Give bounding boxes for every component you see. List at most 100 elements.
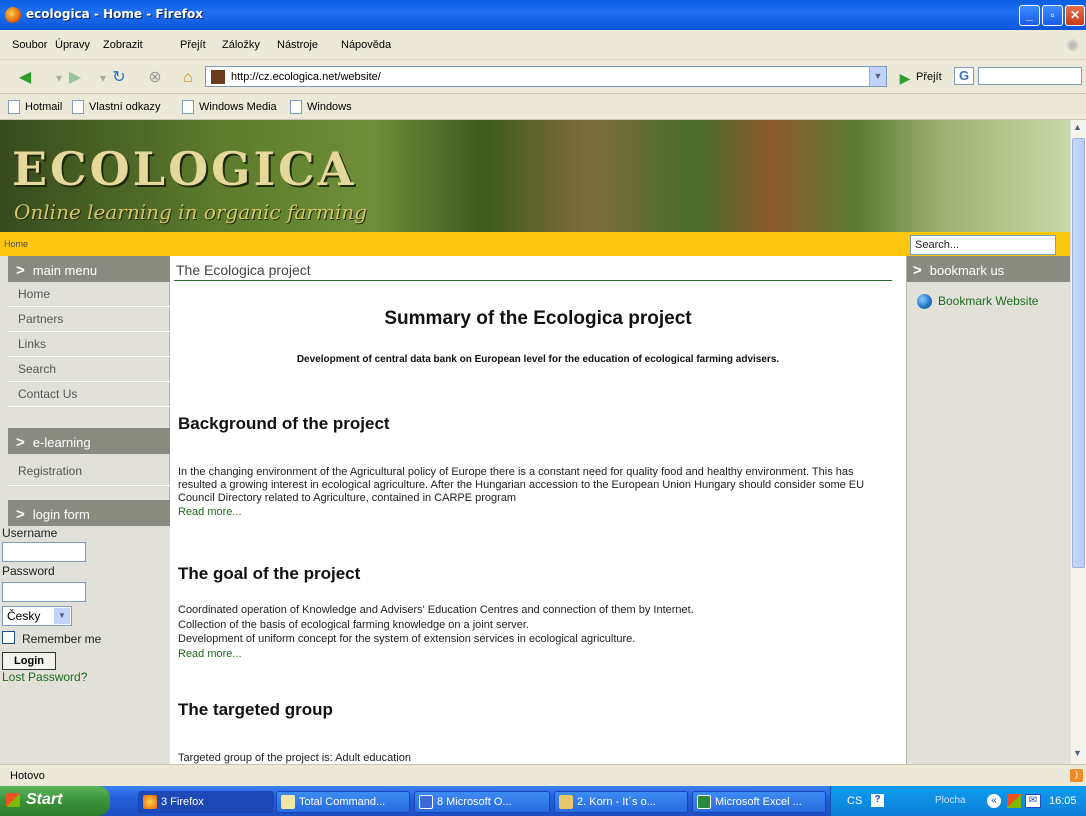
remember-me-label: Remember me bbox=[22, 632, 102, 646]
taskbar-item-excel[interactable]: Microsoft Excel ... bbox=[692, 791, 826, 813]
title-bar: ecologica - Home - Firefox _ ▫ ✕ bbox=[0, 0, 1086, 30]
word-icon bbox=[419, 795, 433, 809]
goal-line-2: Collection of the basis of ecological fa… bbox=[178, 619, 529, 631]
login-button[interactable]: Login bbox=[2, 652, 56, 670]
language-select[interactable]: Česky ▼ bbox=[2, 606, 72, 626]
menu-item-contact-us[interactable]: Contact Us bbox=[8, 382, 170, 407]
password-label: Password bbox=[2, 564, 55, 578]
maximize-button[interactable]: ▫ bbox=[1042, 5, 1063, 26]
url-text: http://cz.ecologica.net/website/ bbox=[231, 71, 381, 83]
go-button[interactable]: Přejít bbox=[916, 71, 942, 83]
background-heading: Background of the project bbox=[178, 414, 390, 433]
menu-item-partners[interactable]: Partners bbox=[8, 307, 170, 332]
page-scrollbar[interactable]: ▲ ▼ bbox=[1070, 120, 1086, 764]
page-icon bbox=[182, 100, 194, 114]
bookmark-website-link[interactable]: Bookmark Website bbox=[938, 294, 1038, 308]
close-button[interactable]: ✕ bbox=[1065, 5, 1085, 26]
password-input[interactable] bbox=[2, 582, 86, 602]
section-divider bbox=[174, 280, 892, 281]
url-dropdown-icon[interactable]: ▼ bbox=[869, 67, 886, 86]
forward-arrow-icon[interactable]: ▶ bbox=[64, 68, 86, 88]
taskbar-item-media[interactable]: 2. Korn - It´s o... bbox=[554, 791, 688, 813]
clock: 16:05 bbox=[1049, 795, 1077, 807]
language-value: Česky bbox=[7, 609, 41, 623]
summary-title: Summary of the Ecologica project bbox=[384, 308, 692, 329]
page-icon bbox=[8, 100, 20, 114]
site-favicon-icon bbox=[211, 70, 225, 84]
language-indicator[interactable]: CS bbox=[847, 795, 862, 807]
rss-icon[interactable]: ) bbox=[1070, 769, 1083, 782]
firefox-icon bbox=[143, 795, 157, 809]
home-icon[interactable]: ⌂ bbox=[177, 68, 199, 88]
taskbar-item-word[interactable]: 8 Microsoft O... bbox=[414, 791, 550, 813]
main-menu-header: > main menu bbox=[8, 256, 170, 282]
lost-password-link[interactable]: Lost Password? bbox=[2, 670, 87, 684]
menu-zalozky[interactable]: Záložky bbox=[222, 39, 260, 51]
login-form: Username Password Česky ▼ Remember me Lo… bbox=[0, 526, 170, 764]
tray-expand-icon[interactable]: « bbox=[987, 794, 1001, 808]
status-text: Hotovo bbox=[10, 770, 45, 782]
breadcrumb-home[interactable]: Home bbox=[4, 239, 28, 249]
go-icon[interactable]: ▶ bbox=[894, 68, 916, 88]
username-input[interactable] bbox=[2, 542, 86, 562]
menu-prejit[interactable]: Přejít bbox=[180, 39, 206, 51]
target-heading: The targeted group bbox=[178, 700, 333, 719]
main-content: The Ecologica project Summary of the Eco… bbox=[174, 256, 902, 764]
bookmark-vlastni-odkazy[interactable]: Vlastní odkazy bbox=[72, 100, 161, 114]
menu-zobrazit[interactable]: Zobrazit bbox=[103, 39, 143, 51]
reload-icon[interactable]: ↻ bbox=[108, 68, 130, 88]
firefox-icon bbox=[5, 7, 21, 23]
left-sidebar: > main menu Home Partners Links Search Co… bbox=[0, 256, 170, 764]
goal-line-1: Coordinated operation of Knowledge and A… bbox=[178, 604, 694, 616]
window-title: ecologica - Home - Firefox bbox=[26, 7, 203, 21]
menu-soubor[interactable]: Soubor bbox=[12, 39, 47, 51]
start-button[interactable]: Start bbox=[0, 786, 110, 816]
status-bar: Hotovo ) bbox=[0, 764, 1086, 786]
help-icon[interactable]: ? bbox=[871, 794, 884, 807]
right-sidebar: > bookmark us Bookmark Website bbox=[906, 256, 1070, 764]
bookmark-windows[interactable]: Windows bbox=[290, 100, 352, 114]
windows-logo-icon bbox=[6, 793, 20, 807]
site-logo[interactable]: ECOLOGICA bbox=[12, 142, 356, 196]
background-read-more-link[interactable]: Read more... bbox=[178, 506, 242, 518]
url-bar[interactable]: http://cz.ecologica.net/website/ ▼ bbox=[205, 66, 887, 87]
login-form-header: > login form bbox=[8, 500, 170, 526]
menu-bar: Soubor Úpravy Zobrazit Přejít Záložky Ná… bbox=[0, 30, 1086, 60]
stop-icon[interactable]: ⊗ bbox=[144, 68, 166, 88]
bookmark-hotmail[interactable]: Hotmail bbox=[8, 100, 62, 114]
goal-read-more-link[interactable]: Read more... bbox=[178, 648, 242, 660]
floppy-icon bbox=[281, 795, 295, 809]
menu-item-links[interactable]: Links bbox=[8, 332, 170, 357]
web-page: ECOLOGICA Online learning in organic far… bbox=[0, 120, 1070, 764]
remember-me-checkbox[interactable] bbox=[2, 631, 15, 644]
page-icon bbox=[290, 100, 302, 114]
taskbar-item-total-commander[interactable]: Total Command... bbox=[276, 791, 410, 813]
summary-subtitle: Development of central data bank on Euro… bbox=[296, 354, 780, 365]
menu-upravy[interactable]: Úpravy bbox=[55, 39, 90, 51]
messenger-icon[interactable] bbox=[1007, 794, 1021, 808]
throbber-icon: ✺ bbox=[1066, 38, 1080, 55]
desktop-toolbar-label[interactable]: Plocha bbox=[935, 795, 966, 806]
menu-nastroje[interactable]: Nástroje bbox=[277, 39, 318, 51]
google-search-icon[interactable]: G bbox=[954, 67, 974, 85]
menu-napoveda[interactable]: Nápověda bbox=[341, 39, 391, 51]
scroll-thumb[interactable] bbox=[1072, 138, 1085, 568]
chevron-down-icon: ▼ bbox=[54, 608, 70, 624]
menu-item-search[interactable]: Search bbox=[8, 357, 170, 382]
system-tray: CS ? Plocha « ✉ 16:05 bbox=[830, 786, 1086, 816]
elearning-header: > e-learning bbox=[8, 428, 170, 454]
search-bar-input[interactable] bbox=[978, 67, 1082, 85]
mail-icon[interactable]: ✉ bbox=[1025, 794, 1041, 808]
scroll-down-icon[interactable]: ▼ bbox=[1073, 748, 1082, 758]
site-search-input[interactable]: Search... bbox=[910, 235, 1056, 255]
back-arrow-icon[interactable]: ◀ bbox=[14, 68, 36, 88]
minimize-button[interactable]: _ bbox=[1019, 5, 1040, 26]
bookmark-windows-media[interactable]: Windows Media bbox=[182, 100, 277, 114]
scroll-up-icon[interactable]: ▲ bbox=[1073, 122, 1082, 132]
menu-item-home[interactable]: Home bbox=[8, 282, 170, 307]
bookmarks-toolbar: Hotmail Vlastní odkazy Windows Media Win… bbox=[0, 94, 1086, 120]
taskbar-item-firefox[interactable]: 3 Firefox bbox=[138, 791, 274, 813]
globe-icon bbox=[917, 294, 932, 309]
username-label: Username bbox=[2, 526, 58, 540]
menu-item-registration[interactable]: Registration bbox=[8, 454, 170, 486]
